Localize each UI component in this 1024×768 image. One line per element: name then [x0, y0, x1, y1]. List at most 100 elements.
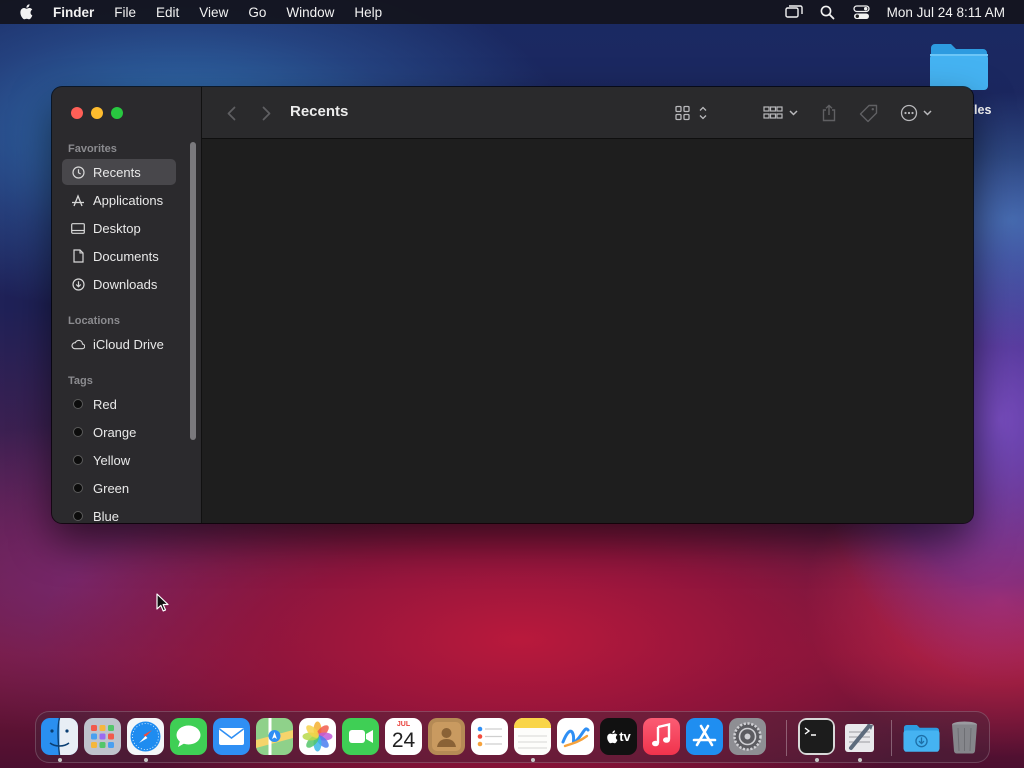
dock-running-indicator — [144, 758, 148, 762]
dock-system-settings-icon[interactable] — [729, 718, 766, 755]
tag-dot-icon — [73, 483, 83, 493]
dock-mail-icon[interactable] — [213, 718, 250, 755]
sidebar-item-label: Downloads — [93, 276, 158, 292]
file-content-area[interactable] — [202, 140, 973, 523]
more-actions-icon[interactable] — [899, 102, 937, 124]
dock-separator — [786, 720, 787, 756]
screen-mirroring-icon[interactable] — [784, 4, 803, 20]
dock-freeform-icon[interactable] — [557, 718, 594, 755]
window-controls — [71, 107, 131, 119]
sidebar-section-locations: Locations — [68, 315, 120, 327]
calendar-day: 24 — [391, 729, 416, 752]
dock-script-editor-icon[interactable] — [841, 718, 878, 755]
dock-notes-icon[interactable] — [514, 718, 551, 755]
sidebar-item-label: iCloud Drive — [93, 336, 164, 352]
menu-bar-clock[interactable]: Mon Jul 24 8:11 AM — [887, 5, 1005, 20]
tag-dot-icon — [73, 427, 83, 437]
dock-facetime-icon[interactable] — [342, 718, 379, 755]
folder-icon[interactable] — [929, 40, 989, 92]
dock-maps-icon[interactable] — [256, 718, 293, 755]
sidebar-item-applications[interactable]: Applications — [62, 187, 176, 213]
sidebar-item-label: Applications — [93, 192, 164, 208]
dock-running-indicator — [858, 758, 862, 762]
dock-photos-icon[interactable] — [299, 718, 336, 755]
sidebar-item-label: Green — [93, 480, 130, 496]
tag-dot-icon — [73, 511, 83, 521]
finder-window: Favorites Recents Applications Desktop D… — [52, 87, 973, 523]
finder-toolbar: Recents — [202, 87, 973, 139]
sidebar-item-label: Yellow — [93, 452, 131, 468]
sidebar-scrollbar[interactable] — [190, 142, 196, 440]
desktop-icon — [71, 221, 85, 235]
dock-launchpad-icon[interactable] — [84, 718, 121, 755]
control-center-icon[interactable] — [853, 4, 871, 20]
dock-finder-icon[interactable] — [41, 718, 78, 755]
dock-downloads-folder-icon[interactable] — [903, 718, 940, 755]
sidebar-item-label: Recents — [93, 164, 141, 180]
close-button[interactable] — [71, 107, 83, 119]
menu-app-name[interactable]: Finder — [53, 5, 94, 20]
sidebar-item-label: Desktop — [93, 220, 141, 236]
spotlight-search-icon[interactable] — [819, 4, 837, 20]
sidebar-item-icloud-drive[interactable]: iCloud Drive — [62, 331, 176, 357]
clock-icon — [71, 165, 85, 179]
dock-safari-icon[interactable] — [127, 718, 164, 755]
tag-dot-icon — [73, 399, 83, 409]
finder-main: Recents — [202, 87, 973, 523]
icon-view-icon[interactable] — [674, 102, 710, 124]
apple-menu-icon[interactable] — [19, 4, 33, 20]
sidebar-item-downloads[interactable]: Downloads — [62, 271, 176, 297]
menu-file[interactable]: File — [114, 5, 136, 20]
sidebar-item-recents[interactable]: Recents — [62, 159, 176, 185]
desktop-folder-label[interactable]: l Files — [966, 103, 1024, 117]
zoom-button[interactable] — [111, 107, 123, 119]
back-icon[interactable] — [224, 102, 238, 124]
document-icon — [71, 249, 85, 263]
dock-trash-icon[interactable] — [946, 718, 983, 755]
downloads-icon — [71, 277, 85, 291]
menu-go[interactable]: Go — [248, 5, 266, 20]
sidebar-tag-red[interactable]: Red — [62, 391, 176, 417]
dock-running-indicator — [815, 758, 819, 762]
share-icon[interactable] — [819, 102, 839, 124]
dock-app-store-icon[interactable] — [686, 718, 723, 755]
mouse-pointer-icon — [156, 593, 170, 613]
sidebar-tag-green[interactable]: Green — [62, 475, 176, 501]
sidebar-item-label: Orange — [93, 424, 137, 440]
tv-label: tv — [619, 729, 631, 744]
applications-icon — [71, 193, 85, 207]
cloud-icon — [71, 337, 85, 351]
forward-icon[interactable] — [259, 102, 273, 124]
minimize-button[interactable] — [91, 107, 103, 119]
dock-terminal-icon[interactable] — [798, 718, 835, 755]
menu-help[interactable]: Help — [354, 5, 382, 20]
sidebar-item-desktop[interactable]: Desktop — [62, 215, 176, 241]
sidebar-item-label: Red — [93, 396, 117, 412]
dock-reminders-icon[interactable] — [471, 718, 508, 755]
menu-edit[interactable]: Edit — [156, 5, 179, 20]
dock-music-icon[interactable] — [643, 718, 680, 755]
tag-icon[interactable] — [857, 102, 879, 124]
sidebar-item-label: Documents — [93, 248, 159, 264]
menu-bar: Finder File Edit View Go Window Help Mon… — [0, 0, 1024, 24]
dock-contacts-icon[interactable] — [428, 718, 465, 755]
sidebar-section-tags: Tags — [68, 375, 93, 387]
tag-dot-icon — [73, 455, 83, 465]
sidebar-tag-orange[interactable]: Orange — [62, 419, 176, 445]
dock-running-indicator — [58, 758, 62, 762]
sidebar-item-label: Blue — [93, 508, 120, 524]
sidebar-item-documents[interactable]: Documents — [62, 243, 176, 269]
window-title: Recents — [290, 103, 349, 120]
group-by-icon[interactable] — [762, 102, 800, 124]
calendar-month: JUL — [396, 721, 411, 728]
sidebar-section-favorites: Favorites — [68, 143, 117, 155]
dock-separator — [891, 720, 892, 756]
menu-view[interactable]: View — [199, 5, 228, 20]
dock-messages-icon[interactable] — [170, 718, 207, 755]
sidebar-tag-blue[interactable]: Blue — [62, 503, 176, 523]
dock-calendar-icon[interactable]: JUL 24 — [385, 718, 422, 755]
dock-tv-icon[interactable]: tv — [600, 718, 637, 755]
menu-window[interactable]: Window — [286, 5, 334, 20]
dock-running-indicator — [531, 758, 535, 762]
sidebar-tag-yellow[interactable]: Yellow — [62, 447, 176, 473]
